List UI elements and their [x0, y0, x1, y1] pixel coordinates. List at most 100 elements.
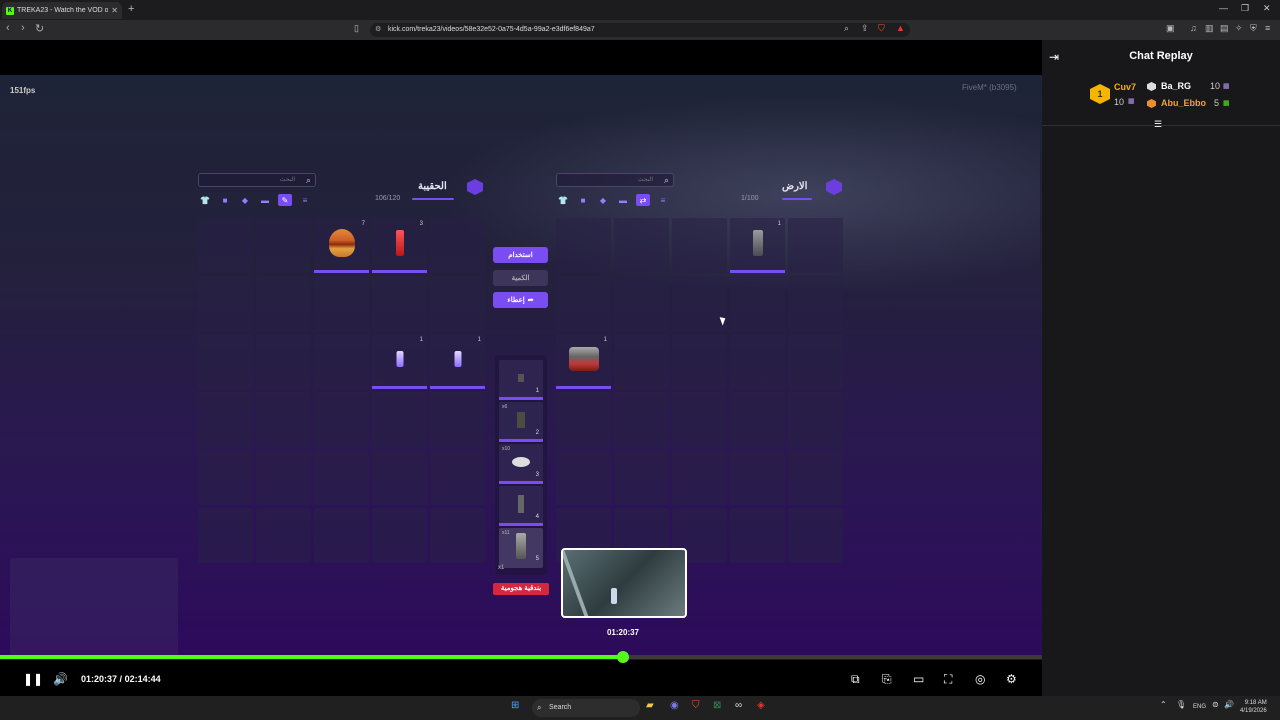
- ground-slot[interactable]: [672, 334, 727, 389]
- bag-slot[interactable]: [256, 218, 311, 273]
- bookmark-icon[interactable]: ▯: [354, 23, 359, 34]
- bag-slot[interactable]: [430, 508, 485, 563]
- brave-browser-icon[interactable]: ⛉: [692, 700, 700, 711]
- items-filter-icon[interactable]: ◆: [596, 194, 610, 206]
- ground-slot[interactable]: 1: [556, 334, 611, 389]
- back-icon[interactable]: ‹: [6, 22, 10, 34]
- bag-slot[interactable]: [256, 508, 311, 563]
- taskbar-search[interactable]: ⌕ Search: [532, 699, 640, 717]
- all-filter-icon[interactable]: ≡: [298, 194, 312, 206]
- leaderboard-name[interactable]: Abu_Ebbo: [1161, 98, 1206, 108]
- windows-start-icon[interactable]: ⊞: [511, 700, 519, 711]
- tools-filter-icon[interactable]: ✎: [278, 194, 292, 206]
- bag-slot[interactable]: [256, 276, 311, 331]
- url-field[interactable]: ⚙ kick.com/treka23/videos/58e32e52-0a75-…: [370, 23, 910, 37]
- bag-slot[interactable]: [430, 218, 485, 273]
- brave-shield-icon[interactable]: ⛉: [878, 23, 885, 34]
- fullscreen-icon[interactable]: ⛶: [944, 672, 952, 687]
- bag-slot[interactable]: [314, 508, 369, 563]
- ground-slot[interactable]: [788, 334, 843, 389]
- hotbar-slot[interactable]: 4: [499, 486, 543, 526]
- bag-slot[interactable]: 1: [372, 334, 427, 389]
- pause-icon[interactable]: ❚❚: [23, 672, 43, 686]
- swap-filter-icon[interactable]: ⇄: [636, 194, 650, 206]
- food-filter-icon[interactable]: ■: [218, 194, 232, 206]
- weapons-filter-icon[interactable]: ▬: [616, 194, 630, 206]
- browser-tab[interactable]: K TREKA23 - Watch the VOD on Kick ✕: [2, 2, 122, 19]
- bag-slot[interactable]: [198, 392, 253, 447]
- ground-slot[interactable]: [614, 334, 669, 389]
- bag-slot[interactable]: [372, 450, 427, 505]
- bag-slot[interactable]: 1: [430, 334, 485, 389]
- bag-slot[interactable]: [198, 450, 253, 505]
- bag-slot[interactable]: [372, 392, 427, 447]
- bag-slot[interactable]: [430, 450, 485, 505]
- ground-slot[interactable]: [614, 276, 669, 331]
- screenshot-icon[interactable]: ▣: [1166, 23, 1175, 34]
- bag-slot[interactable]: [256, 450, 311, 505]
- menu-icon[interactable]: ≡: [1265, 23, 1270, 33]
- bag-slot[interactable]: [314, 392, 369, 447]
- ground-slot[interactable]: [730, 334, 785, 389]
- speaker-icon[interactable]: 🔊: [1224, 700, 1234, 709]
- close-tab-icon[interactable]: ✕: [111, 6, 118, 15]
- leaderboard-name[interactable]: Cuv7: [1114, 82, 1136, 92]
- items-filter-icon[interactable]: ◆: [238, 194, 252, 206]
- ground-slot[interactable]: [788, 276, 843, 331]
- seek-bar-handle[interactable]: [617, 651, 630, 663]
- bag-slot[interactable]: [198, 508, 253, 563]
- ground-slot[interactable]: 1: [730, 218, 785, 273]
- miniplayer-icon[interactable]: ⧉: [851, 672, 860, 687]
- ground-slot[interactable]: [556, 392, 611, 447]
- ground-slot[interactable]: [614, 392, 669, 447]
- bag-slot[interactable]: [256, 334, 311, 389]
- bag-slot[interactable]: [372, 508, 427, 563]
- new-tab-button[interactable]: +: [128, 3, 134, 15]
- ground-slot[interactable]: [788, 218, 843, 273]
- all-filter-icon[interactable]: ≡: [656, 194, 670, 206]
- bag-slot[interactable]: 3: [372, 218, 427, 273]
- site-info-icon[interactable]: ⚙: [375, 23, 381, 37]
- ground-slot[interactable]: [730, 450, 785, 505]
- ground-slot[interactable]: [556, 450, 611, 505]
- weapons-filter-icon[interactable]: ▬: [258, 194, 272, 206]
- clothing-filter-icon[interactable]: 👕: [198, 194, 212, 206]
- ground-slot[interactable]: [672, 450, 727, 505]
- bag-slot[interactable]: 7: [314, 218, 369, 273]
- restore-icon[interactable]: ❐: [1241, 3, 1249, 14]
- leaderboard-name[interactable]: Ba_RG: [1161, 81, 1191, 91]
- fivem-icon[interactable]: ◈: [757, 700, 765, 711]
- ground-slot[interactable]: [788, 450, 843, 505]
- reload-icon[interactable]: ↻: [35, 22, 44, 35]
- bag-slot[interactable]: [256, 392, 311, 447]
- ground-slot[interactable]: [730, 392, 785, 447]
- brave-rewards-icon[interactable]: ▲: [896, 23, 905, 33]
- hotbar-slot[interactable]: x11 5: [499, 528, 543, 568]
- share-icon[interactable]: ⇪: [861, 23, 869, 34]
- language-indicator[interactable]: ENG: [1193, 704, 1206, 710]
- ground-slot[interactable]: [556, 276, 611, 331]
- wallet-icon[interactable]: ▤: [1220, 23, 1229, 34]
- amount-input[interactable]: الكمية: [493, 270, 548, 286]
- discord-icon[interactable]: ◉: [670, 700, 679, 711]
- hotbar-slot[interactable]: x10 3: [499, 444, 543, 484]
- ground-slot[interactable]: [672, 218, 727, 273]
- ground-slot[interactable]: [730, 276, 785, 331]
- bag-slot[interactable]: [372, 276, 427, 331]
- sidebar-icon[interactable]: ▥: [1205, 23, 1214, 34]
- give-button[interactable]: إعطاء ➦: [493, 292, 548, 308]
- vpn-icon[interactable]: ⛨: [1250, 23, 1257, 34]
- ground-search-input[interactable]: البحث ⌕: [556, 173, 674, 187]
- close-window-icon[interactable]: ✕: [1263, 3, 1271, 14]
- hotbar-slot[interactable]: 1: [499, 360, 543, 400]
- video-player[interactable]: 151fps FiveM* (b3095) البحث ⌕ 👕 ■ ◆ ▬ ✎ …: [0, 40, 1042, 696]
- wifi-icon[interactable]: ⊜: [1212, 700, 1219, 709]
- ground-slot[interactable]: [672, 392, 727, 447]
- file-explorer-icon[interactable]: ▰: [646, 700, 654, 711]
- hotbar-slot[interactable]: x6 2: [499, 402, 543, 442]
- ground-slot[interactable]: [556, 218, 611, 273]
- bag-slot[interactable]: [198, 334, 253, 389]
- ground-slot[interactable]: [788, 392, 843, 447]
- zoom-icon[interactable]: ⌕: [844, 23, 849, 34]
- bag-slot[interactable]: [430, 276, 485, 331]
